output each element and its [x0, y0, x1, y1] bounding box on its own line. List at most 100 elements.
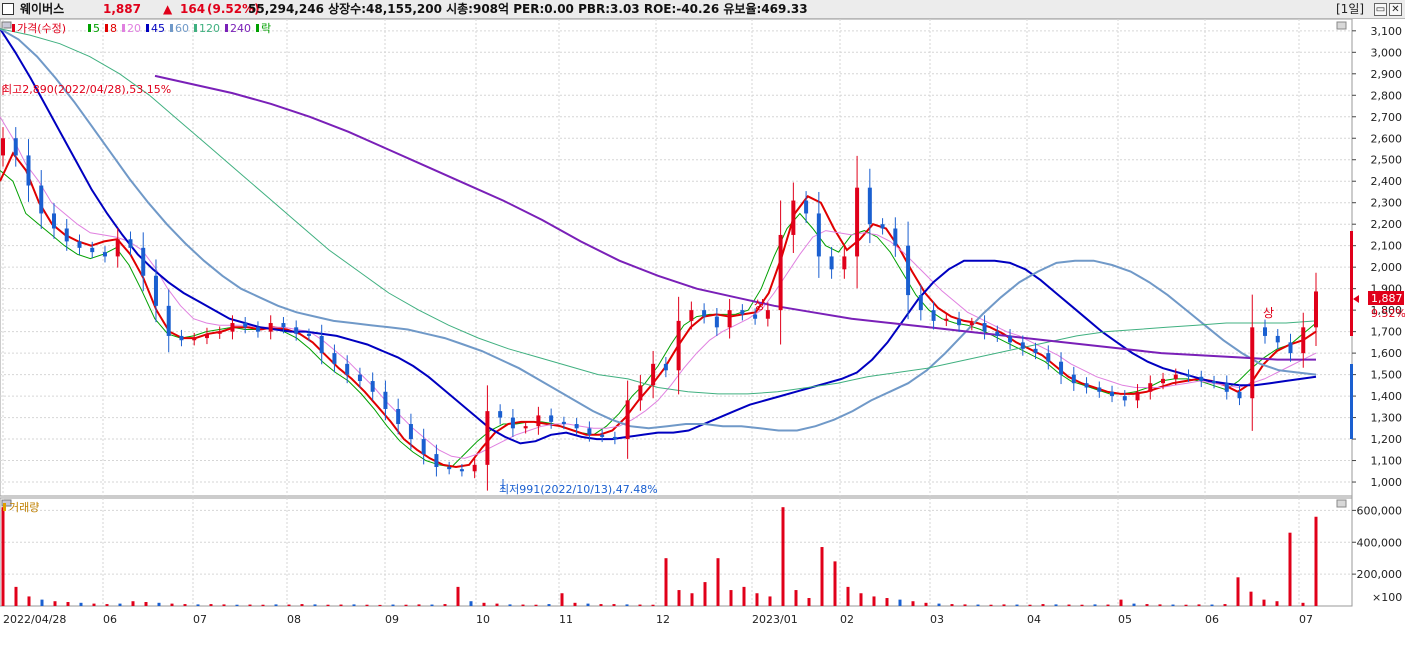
- volume-bar: [144, 602, 148, 606]
- close-window-button[interactable]: ✕: [1389, 3, 1402, 16]
- panel-control-icon[interactable]: [1336, 499, 1347, 508]
- candle-body: [1288, 342, 1293, 354]
- candle-body: [408, 424, 413, 440]
- volume-bar: [105, 604, 109, 606]
- candle-body: [753, 314, 758, 319]
- candle-body: [447, 466, 452, 470]
- x-tick-label: 10: [476, 613, 490, 626]
- candle-body: [804, 200, 809, 214]
- volume-bar: [92, 603, 96, 606]
- candle-body: [1097, 387, 1102, 392]
- candle-body: [1237, 391, 1242, 399]
- volume-bar: [599, 604, 603, 606]
- volume-bar: [53, 601, 57, 606]
- candle-body: [115, 239, 120, 257]
- candle-body: [867, 187, 872, 225]
- y-tick-label: 3,100: [1371, 25, 1403, 38]
- limit-up-marker: 상: [754, 298, 765, 312]
- y-tick-label: 2,200: [1371, 218, 1403, 231]
- candle-body: [472, 464, 477, 472]
- x-tick-label: 04: [1027, 613, 1041, 626]
- candle-body: [1314, 291, 1318, 328]
- volume-bar: [924, 602, 928, 606]
- x-tick-label: 05: [1118, 613, 1132, 626]
- candle-body: [166, 305, 171, 336]
- legend-item-120: 120: [199, 22, 220, 35]
- period-selector[interactable]: [1일]: [1336, 0, 1364, 19]
- candle-body: [421, 439, 426, 455]
- volume-bar: [1028, 604, 1032, 606]
- y-tick-label: 1,700: [1371, 326, 1403, 339]
- volume-bar: [248, 604, 252, 606]
- low-annotation-text: 최저991(2022/10/13),47.48%: [499, 483, 658, 496]
- volume-bar: [27, 596, 31, 606]
- candle-body: [969, 323, 974, 326]
- candle-body: [345, 363, 350, 375]
- volume-bar: [1054, 604, 1058, 606]
- y-tick-label: 1,100: [1371, 455, 1403, 468]
- candle-body: [651, 363, 656, 386]
- candle-body: [523, 426, 528, 429]
- volume-bar: [989, 604, 993, 606]
- volume-bar: [1171, 604, 1175, 606]
- up-arrow-icon: ▲: [163, 2, 173, 16]
- candle-body: [396, 408, 401, 425]
- volume-bar: [157, 602, 161, 606]
- volume-bar: [521, 604, 525, 606]
- candle-body: [1110, 391, 1115, 397]
- restore-window-button[interactable]: ▭: [1374, 3, 1387, 16]
- volume-bar: [79, 602, 83, 606]
- x-tick-label: 09: [385, 613, 399, 626]
- volume-bar: [287, 604, 291, 606]
- candle-body: [982, 323, 987, 332]
- high-annotation-text: 최고2,890(2022/04/28),53.15%: [2, 83, 171, 96]
- checkbox-icon[interactable]: [2, 3, 14, 15]
- candle-body: [51, 213, 56, 229]
- candle-body: [561, 421, 566, 425]
- candle-body: [931, 310, 936, 321]
- candle-body: [842, 256, 847, 270]
- candle-body: [1275, 335, 1280, 343]
- candle-body: [714, 316, 719, 328]
- volume-bar: [209, 604, 213, 606]
- volume-bar: [313, 604, 317, 606]
- legend-item-락: 락: [261, 22, 271, 35]
- volume-bar: [1210, 604, 1214, 606]
- volume-bar: [131, 601, 135, 606]
- panel-control-icon[interactable]: [1336, 21, 1347, 30]
- candle-body: [319, 335, 324, 354]
- volume-bar: [573, 602, 577, 606]
- volume-bar: [807, 598, 811, 606]
- volume-bar: [937, 603, 941, 606]
- candle-body: [357, 374, 362, 382]
- candle-body: [536, 415, 541, 427]
- candle-body: [676, 320, 681, 371]
- x-tick-label: 08: [287, 613, 301, 626]
- volume-axis-labels: 600,000 400,000 200,000: [1352, 504, 1402, 581]
- y-tick-label: 2,800: [1371, 89, 1403, 102]
- volume-bar: [430, 604, 434, 606]
- volume-bar: [118, 603, 122, 606]
- chart-header-bar: 웨이버스 1,887 ▲ 164 (9.52%) 55,294,246 상장수:…: [0, 0, 1405, 19]
- volume-bar: [1223, 604, 1227, 606]
- volume-bar: [261, 604, 265, 606]
- volume-legend-label: 거래량: [9, 501, 39, 514]
- volume-tick-label: 400,000: [1357, 536, 1403, 549]
- candle-body: [816, 213, 821, 257]
- candle-body: [689, 310, 694, 321]
- volume-bar: [508, 604, 512, 606]
- volume-bar: [976, 604, 980, 606]
- stock-name: 웨이버스: [20, 2, 65, 16]
- candle-body: [1122, 396, 1127, 401]
- stock-stats: 55,294,246 상장수:48,155,200 시총:908억 PER:0.…: [248, 2, 808, 16]
- volume-bar: [560, 593, 564, 606]
- stock-chart-window: 웨이버스 1,887 ▲ 164 (9.52%) 55,294,246 상장수:…: [0, 0, 1405, 648]
- candle-body: [39, 185, 44, 214]
- candle-body: [1046, 353, 1051, 362]
- legend-swatch: [194, 24, 197, 32]
- volume-unit-label: ×100: [1372, 591, 1402, 604]
- legend-item-45: 45: [151, 22, 165, 35]
- current-pct-tag-text: 9.52%: [1371, 307, 1405, 320]
- candle-body: [102, 252, 107, 257]
- volume-bar: [456, 586, 460, 606]
